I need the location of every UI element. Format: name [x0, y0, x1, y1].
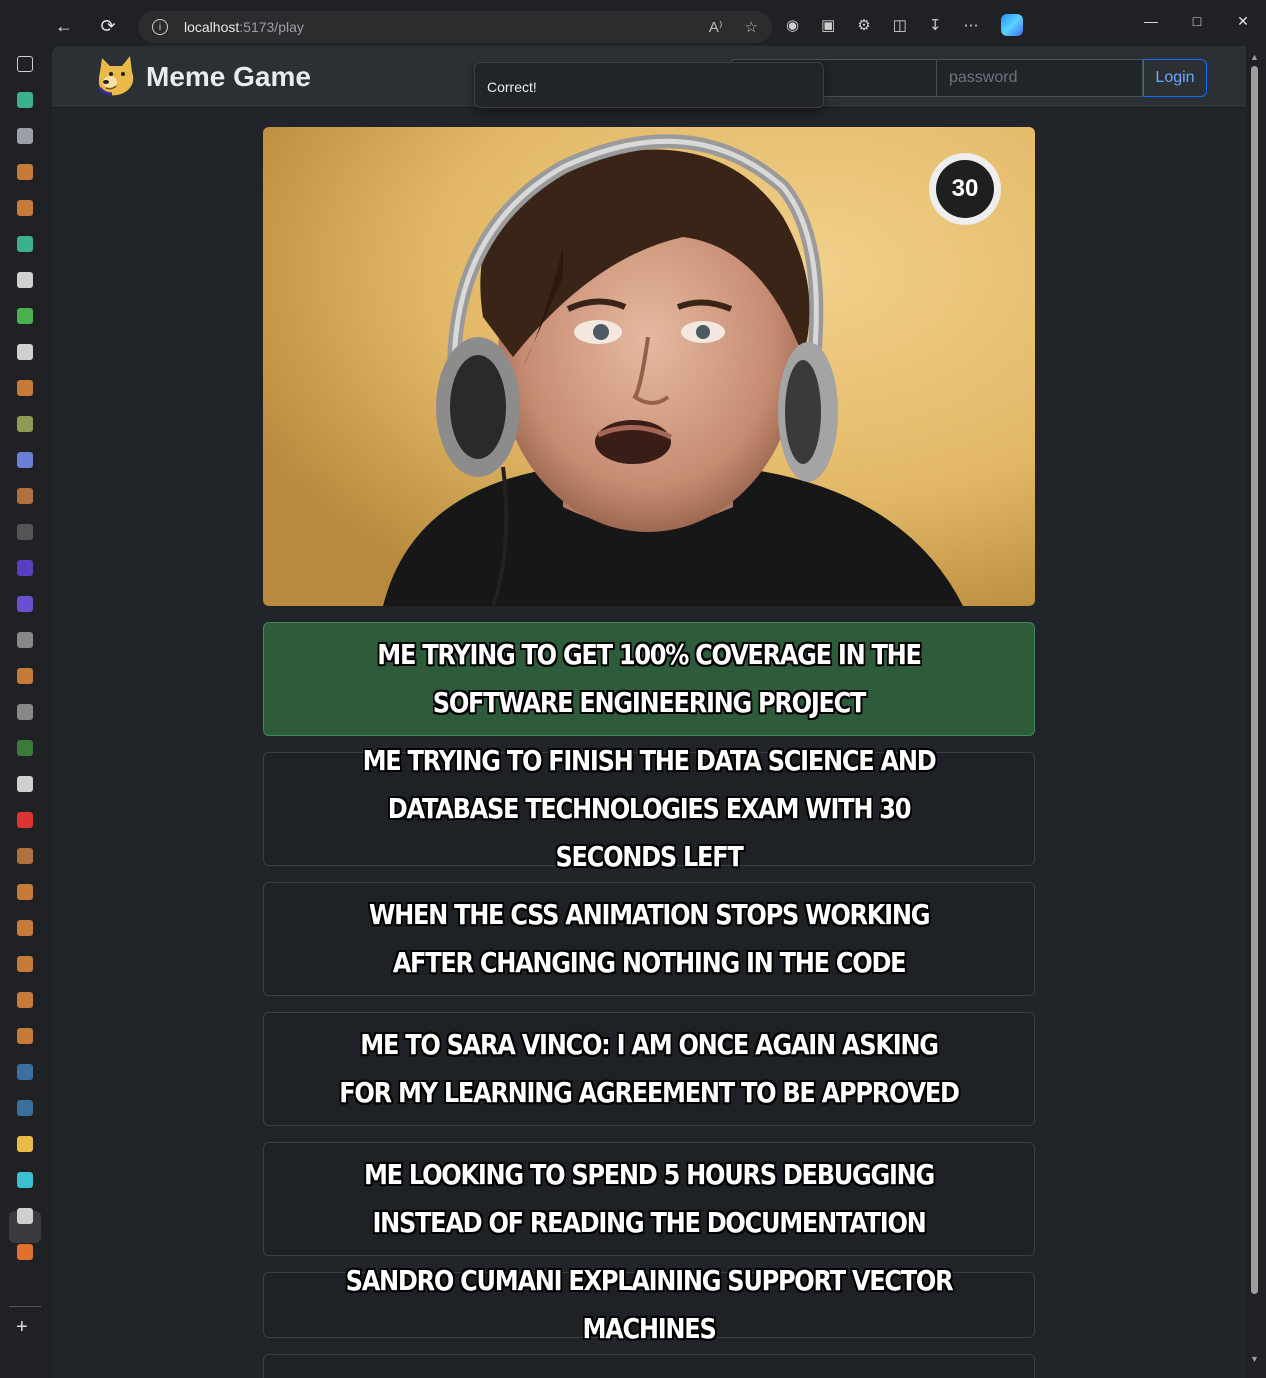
- url-path: :5173/play: [239, 19, 304, 35]
- meme-image: [263, 127, 1035, 606]
- reload-icon[interactable]: ⟳: [92, 10, 124, 42]
- brand-title[interactable]: Meme Game: [146, 61, 311, 93]
- minimize-icon[interactable]: —: [1128, 0, 1174, 42]
- app-icon[interactable]: [17, 416, 33, 432]
- youtube-icon[interactable]: [17, 812, 33, 828]
- timer-value: 30: [936, 160, 994, 218]
- app-icon[interactable]: [17, 920, 33, 936]
- caption-option[interactable]: When the CSS animation stops working aft…: [263, 882, 1035, 996]
- app-icon[interactable]: [17, 524, 33, 540]
- caption-text: When the CSS animation stops working aft…: [368, 898, 931, 979]
- doge-icon[interactable]: [17, 1136, 33, 1152]
- app-icon[interactable]: [17, 1028, 33, 1044]
- extensions-icon[interactable]: ⚙: [857, 16, 870, 34]
- app-icon[interactable]: [17, 452, 33, 468]
- more-menu-icon[interactable]: ⋯: [964, 16, 979, 34]
- downloads-icon[interactable]: ↧: [929, 16, 942, 34]
- app-icon[interactable]: [17, 848, 33, 864]
- site-info-icon[interactable]: i: [152, 19, 168, 35]
- url-host: localhost: [184, 19, 240, 35]
- app-icon[interactable]: [17, 596, 33, 612]
- app-icon[interactable]: [17, 200, 33, 216]
- app-icon[interactable]: [17, 668, 33, 684]
- toast-message: Correct!: [487, 79, 537, 95]
- github-icon[interactable]: [17, 776, 33, 792]
- caption-text: Sandro Cumani explaining Support Vector …: [345, 1264, 954, 1345]
- caption-option[interactable]: Me trying to finish the Data Science and…: [263, 744, 1035, 873]
- caption-option-partial[interactable]: [263, 1354, 1035, 1378]
- app-icon[interactable]: [17, 308, 33, 324]
- scroll-thumb[interactable]: [1251, 66, 1258, 1294]
- app-icon[interactable]: [17, 272, 33, 288]
- app-icon[interactable]: [17, 632, 33, 648]
- app-icon[interactable]: [17, 92, 33, 108]
- doge-logo-icon: [98, 56, 134, 96]
- app-icon[interactable]: [17, 164, 33, 180]
- caption-option[interactable]: Me trying to get 100% coverage in the So…: [263, 622, 1035, 736]
- react-icon[interactable]: [17, 1100, 33, 1116]
- scroll-up-icon[interactable]: ▲: [1250, 52, 1259, 62]
- app-icon[interactable]: [17, 884, 33, 900]
- app-icon[interactable]: [17, 956, 33, 972]
- result-toast: Correct!: [474, 62, 824, 108]
- sidebar-panel-icon[interactable]: [17, 56, 33, 72]
- app-icon[interactable]: [17, 1244, 33, 1260]
- app-icon[interactable]: [17, 560, 33, 576]
- maximize-icon[interactable]: □: [1174, 0, 1220, 42]
- back-icon[interactable]: ←: [48, 10, 80, 42]
- caption-text: Me trying to finish the Data Science and…: [362, 744, 937, 873]
- browser-toolbar: ← ⟳ i localhost:5173/play A⁾ ☆ ◉ ▣ ⚙ ◫ ↧…: [0, 0, 1266, 50]
- app-icon[interactable]: [17, 740, 33, 756]
- caption-text: Me looking to spend 5 hours debugging in…: [364, 1158, 935, 1239]
- caption-text: Me trying to get 100% coverage in the So…: [377, 638, 922, 719]
- browser-sidebar: +: [0, 50, 50, 1378]
- address-bar[interactable]: i localhost:5173/play A⁾ ☆: [138, 11, 772, 43]
- app-icon[interactable]: [17, 236, 33, 252]
- sidebar-divider: [9, 1306, 41, 1307]
- app-icon[interactable]: [17, 1172, 33, 1188]
- app-icon[interactable]: [17, 992, 33, 1008]
- add-sidebar-icon[interactable]: +: [16, 1316, 28, 1339]
- read-aloud-icon[interactable]: A⁾: [709, 18, 723, 36]
- caption-option[interactable]: Me to Sara Vinco: I am once again asking…: [263, 1012, 1035, 1126]
- app-page: Meme Game Login Correct! 30 ME TRYING TO…: [52, 46, 1246, 1378]
- password-input[interactable]: [937, 59, 1143, 97]
- page-scrollbar[interactable]: ▲ ▼: [1246, 46, 1266, 1378]
- split-screen-icon[interactable]: ◫: [893, 16, 907, 34]
- caption-option[interactable]: Me looking to spend 5 hours debugging in…: [263, 1142, 1035, 1256]
- login-button[interactable]: Login: [1143, 59, 1207, 97]
- caption-text: Me to Sara Vinco: I am once again asking…: [339, 1028, 960, 1109]
- caption-option[interactable]: Sandro Cumani explaining Support Vector …: [263, 1264, 1035, 1345]
- extension-shield-icon[interactable]: ▣: [821, 16, 835, 34]
- github-icon[interactable]: [17, 1208, 33, 1224]
- react-icon[interactable]: [17, 1064, 33, 1080]
- close-icon[interactable]: ✕: [1220, 0, 1266, 42]
- scroll-down-icon[interactable]: ▼: [1250, 1354, 1259, 1364]
- app-icon[interactable]: [17, 128, 33, 144]
- extension-mask-icon[interactable]: ◉: [786, 16, 799, 34]
- app-icon[interactable]: [17, 488, 33, 504]
- app-icon[interactable]: [17, 380, 33, 396]
- dev-icon[interactable]: [17, 704, 33, 720]
- countdown-timer: 30: [929, 153, 1001, 225]
- star-icon[interactable]: ☆: [745, 18, 758, 36]
- copilot-icon[interactable]: [1000, 14, 1023, 36]
- app-icon[interactable]: [17, 344, 33, 360]
